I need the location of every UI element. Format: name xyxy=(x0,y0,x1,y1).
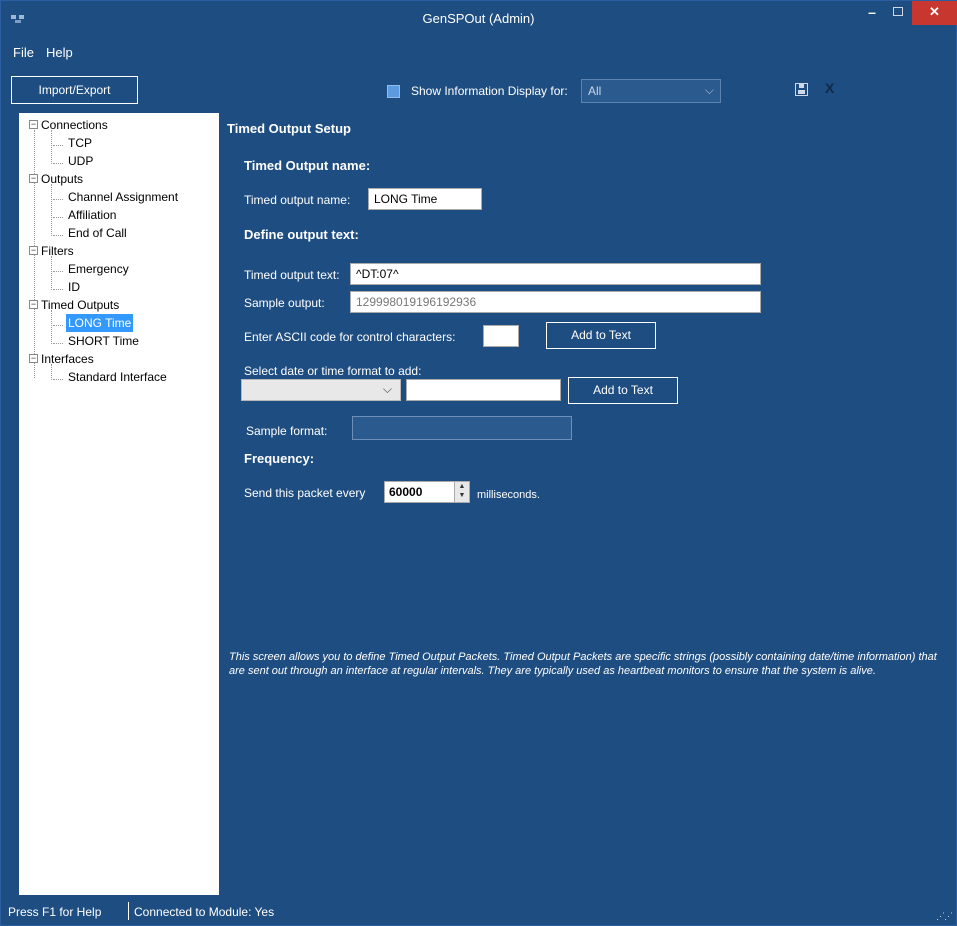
window-title: GenSPOut (Admin) xyxy=(422,11,535,26)
add-format-to-text-button[interactable]: Add to Text xyxy=(568,377,678,404)
add-to-text-button[interactable]: Add to Text xyxy=(546,322,656,349)
info-display-value: All xyxy=(588,84,602,98)
close-window-button[interactable]: ✕ xyxy=(912,1,957,25)
tree-item-connections[interactable]: Connections xyxy=(41,116,108,134)
maximize-icon xyxy=(893,7,903,16)
sample-format-label: Sample format: xyxy=(246,424,328,438)
page-title: Timed Output Setup xyxy=(227,121,351,136)
close-panel-button[interactable]: X xyxy=(825,80,834,96)
import-export-button[interactable]: Import/Export xyxy=(11,76,138,104)
tree-item-short-time[interactable]: SHORT Time xyxy=(68,332,139,350)
save-icon[interactable] xyxy=(795,83,808,96)
menu-help[interactable]: Help xyxy=(46,45,73,60)
collapse-icon[interactable]: − xyxy=(29,174,38,183)
help-description: This screen allows you to define Timed O… xyxy=(229,651,937,677)
timed-output-form: Timed Output Setup Timed Output name: Ti… xyxy=(219,113,956,895)
collapse-icon[interactable]: − xyxy=(29,354,38,363)
section-timed-output-name: Timed Output name: xyxy=(244,158,371,173)
sample-format-field xyxy=(352,416,572,440)
tree-item-standard-interface[interactable]: Standard Interface xyxy=(68,368,167,386)
minimize-button[interactable]: – xyxy=(859,1,885,25)
name-label: Timed output name: xyxy=(244,193,351,207)
chevron-down-icon: ⌵ xyxy=(704,83,714,97)
status-bar: Press F1 for Help Connected to Module: Y… xyxy=(1,897,956,925)
title-bar[interactable]: GenSPOut (Admin) – ✕ xyxy=(1,1,957,39)
section-frequency: Frequency: xyxy=(244,451,315,466)
status-connection: Connected to Module: Yes xyxy=(134,905,275,919)
chevron-down-icon: ⌵ xyxy=(382,382,392,396)
status-separator xyxy=(128,902,129,920)
menu-bar: File Help xyxy=(1,39,956,69)
date-format-input[interactable] xyxy=(406,379,561,401)
show-info-label: Show Information Display for: xyxy=(411,84,568,98)
tree-item-filters[interactable]: Filters xyxy=(41,242,74,260)
tree-item-affiliation[interactable]: Affiliation xyxy=(68,206,116,224)
date-format-select[interactable]: ⌵ xyxy=(241,379,401,401)
tree-item-id[interactable]: ID xyxy=(68,278,80,296)
sample-output-field: 129998019196192936 xyxy=(350,291,761,313)
status-help-hint: Press F1 for Help xyxy=(8,905,102,919)
stepper-arrows-icon[interactable]: ▲ ▼ xyxy=(454,482,469,502)
interval-stepper[interactable]: 60000 ▲ ▼ xyxy=(384,481,470,503)
tree-item-end-of-call[interactable]: End of Call xyxy=(68,224,127,242)
navigation-tree[interactable]: − Connections TCP UDP − Outputs Channel … xyxy=(19,113,219,895)
tree-item-tcp[interactable]: TCP xyxy=(68,134,92,152)
maximize-button[interactable] xyxy=(885,1,911,25)
ascii-code-input[interactable] xyxy=(483,325,519,347)
info-display-select[interactable]: All ⌵ xyxy=(581,79,721,103)
collapse-icon[interactable]: − xyxy=(29,246,38,255)
section-define-output-text: Define output text: xyxy=(244,227,359,242)
timed-output-name-input[interactable]: LONG Time xyxy=(368,188,482,210)
date-format-label: Select date or time format to add: xyxy=(244,364,422,378)
tree-item-udp[interactable]: UDP xyxy=(68,152,93,170)
show-info-checkbox[interactable] xyxy=(387,85,400,98)
collapse-icon[interactable]: − xyxy=(29,300,38,309)
tree-item-long-time[interactable]: LONG Time xyxy=(66,314,134,332)
resize-grip-icon[interactable]: ⋰⋰ xyxy=(936,911,953,922)
sample-output-label: Sample output: xyxy=(244,296,325,310)
menu-file[interactable]: File xyxy=(13,45,34,60)
tree-item-timed-outputs[interactable]: Timed Outputs xyxy=(41,296,119,314)
milliseconds-label: milliseconds. xyxy=(477,489,540,501)
tree-item-outputs[interactable]: Outputs xyxy=(41,170,83,188)
tree-item-channel-assignment[interactable]: Channel Assignment xyxy=(68,188,178,206)
send-every-label: Send this packet every xyxy=(244,486,366,500)
tree-item-emergency[interactable]: Emergency xyxy=(68,260,129,278)
output-text-label: Timed output text: xyxy=(244,268,340,282)
collapse-icon[interactable]: − xyxy=(29,120,38,129)
ascii-code-label: Enter ASCII code for control characters: xyxy=(244,330,456,344)
timed-output-text-input[interactable]: ^DT:07^ xyxy=(350,263,761,285)
app-window: GenSPOut (Admin) – ✕ File Help Import/Ex… xyxy=(0,0,957,926)
interval-value: 60000 xyxy=(389,485,423,499)
tree-item-interfaces[interactable]: Interfaces xyxy=(41,350,94,368)
